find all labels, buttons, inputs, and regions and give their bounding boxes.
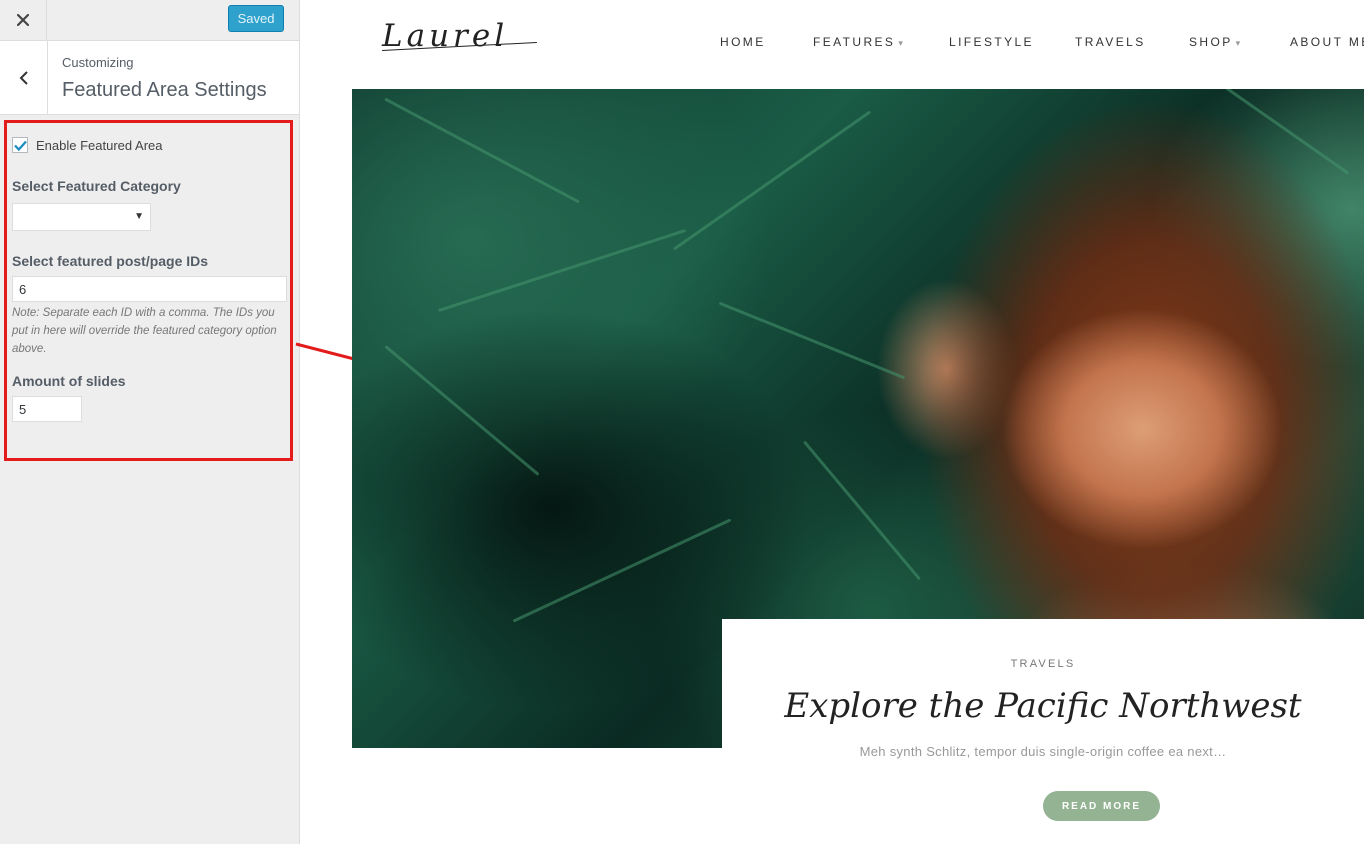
fern-frond (384, 97, 580, 204)
breadcrumb: Customizing (62, 55, 134, 70)
nav-item-features[interactable]: FEATURES ▾ (813, 35, 905, 49)
nav-item-about-me[interactable]: ABOUT ME (1290, 35, 1364, 49)
fern-frond (1224, 89, 1350, 175)
nav-item-label: HOME (720, 35, 766, 49)
nav-item-label: ABOUT ME (1290, 35, 1364, 49)
close-icon (17, 14, 29, 26)
fern-frond (512, 518, 732, 623)
saved-button[interactable]: Saved (228, 5, 284, 32)
chevron-down-icon: ▾ (898, 38, 906, 48)
nav-item-label: TRAVELS (1075, 35, 1146, 49)
panel-title: Featured Area Settings (62, 79, 267, 101)
nav-item-label: FEATURES (813, 35, 896, 49)
site-preview: Laurel HOME FEATURES ▾ LIFESTYLE TRAVELS … (352, 0, 1364, 844)
nav-item-lifestyle[interactable]: LIFESTYLE (949, 35, 1034, 49)
close-button[interactable] (0, 0, 47, 40)
back-button[interactable] (0, 41, 48, 114)
read-more-button[interactable]: READ MORE (1043, 791, 1160, 821)
post-category[interactable]: TRAVELS (722, 658, 1364, 670)
highlight-box (4, 120, 293, 461)
section-header: Customizing Featured Area Settings (0, 41, 299, 115)
fern-frond (437, 228, 687, 313)
chevron-left-icon (19, 70, 28, 85)
customizer-top-bar: Saved (0, 0, 299, 41)
chevron-down-icon: ▾ (1235, 38, 1243, 48)
post-excerpt: Meh synth Schlitz, tempor duis single-or… (859, 744, 1227, 759)
fern-frond (384, 345, 540, 476)
featured-hero-image[interactable] (352, 89, 1364, 748)
fern-frond (803, 440, 921, 581)
post-title[interactable]: Explore the Pacific Northwest (722, 686, 1364, 726)
nav-item-label: LIFESTYLE (949, 35, 1034, 49)
fern-frond (672, 110, 872, 251)
nav-item-shop[interactable]: SHOP ▾ (1189, 35, 1243, 49)
fern-frond (718, 301, 906, 380)
caption-panel (722, 619, 1364, 748)
nav-item-home[interactable]: HOME (720, 35, 766, 49)
nav-item-travels[interactable]: TRAVELS (1075, 35, 1146, 49)
nav-item-label: SHOP (1189, 35, 1233, 49)
